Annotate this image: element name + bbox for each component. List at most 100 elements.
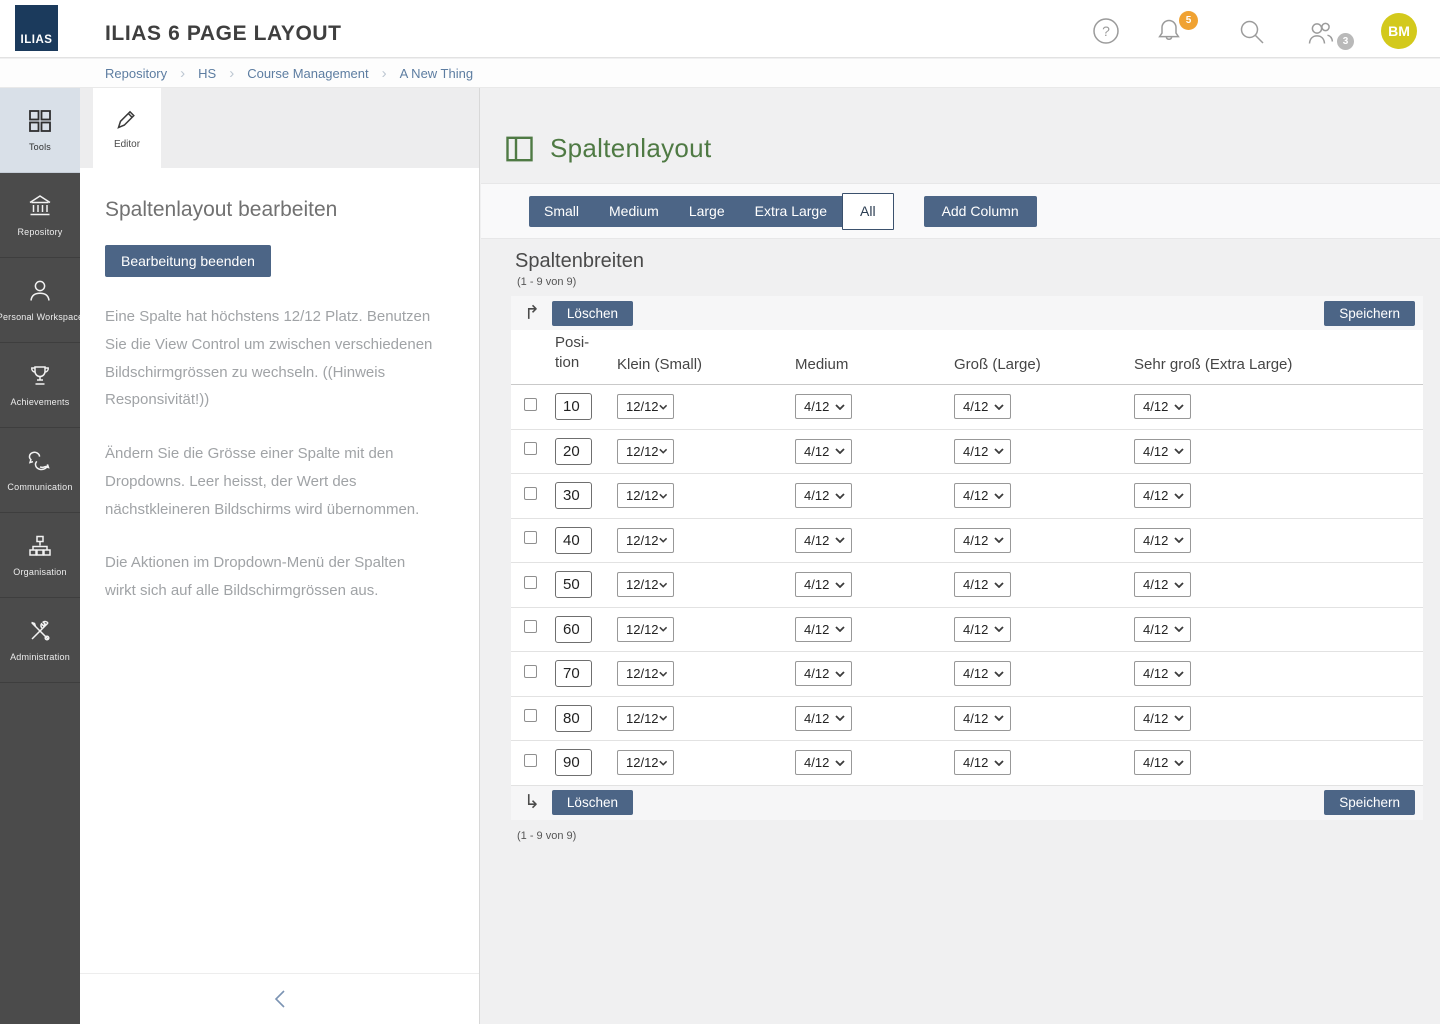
large-width-select[interactable]: 4/12	[954, 617, 1011, 642]
small-width-select[interactable]: 12/12	[617, 394, 674, 419]
xlarge-width-select[interactable]: 4/12	[1134, 572, 1191, 597]
position-input[interactable]	[555, 660, 592, 687]
view-control-extra-large[interactable]: Extra Large	[740, 196, 842, 227]
xlarge-width-select[interactable]: 4/12	[1134, 394, 1191, 419]
medium-width-select[interactable]: 4/12	[795, 394, 852, 419]
view-control-small[interactable]: Small	[529, 196, 594, 227]
sidebar-item-tools[interactable]: Tools	[0, 88, 80, 173]
breadcrumb-hs[interactable]: HS	[198, 66, 216, 81]
breadcrumb-a-new-thing[interactable]: A New Thing	[400, 66, 473, 81]
sidebar-item-communication[interactable]: Communication	[0, 428, 80, 513]
medium-width-select[interactable]: 4/12	[795, 483, 852, 508]
position-input[interactable]	[555, 527, 592, 554]
row-checkbox[interactable]	[524, 576, 537, 589]
save-button-top[interactable]: Speichern	[1324, 301, 1415, 326]
avatar[interactable]: BM	[1381, 13, 1417, 49]
view-control-all[interactable]: All	[842, 193, 894, 230]
xlarge-width-select[interactable]: 4/12	[1134, 617, 1191, 642]
table-row: 12/12 4/12 4/12 4/12	[511, 385, 1423, 430]
main-content: Spaltenlayout Small Medium Large Extra L…	[481, 88, 1440, 1024]
small-width-select[interactable]: 12/12	[617, 572, 674, 597]
row-checkbox[interactable]	[524, 665, 537, 678]
xlarge-width-select[interactable]: 4/12	[1134, 528, 1191, 553]
small-width-select[interactable]: 12/12	[617, 483, 674, 508]
large-width-select[interactable]: 4/12	[954, 394, 1011, 419]
xlarge-width-select[interactable]: 4/12	[1134, 661, 1191, 686]
table-row: 12/12 4/12 4/12 4/12	[511, 697, 1423, 742]
medium-width-select[interactable]: 4/12	[795, 661, 852, 686]
help-icon[interactable]: ?	[1092, 17, 1120, 45]
small-width-select[interactable]: 12/12	[617, 528, 674, 553]
xlarge-width-select[interactable]: 4/12	[1134, 706, 1191, 731]
xlarge-width-select[interactable]: 4/12	[1134, 750, 1191, 775]
row-checkbox[interactable]	[524, 442, 537, 455]
position-input[interactable]	[555, 616, 592, 643]
small-width-select[interactable]: 12/12	[617, 439, 674, 464]
small-width-select[interactable]: 12/12	[617, 706, 674, 731]
table-row: 12/12 4/12 4/12 4/12	[511, 741, 1423, 786]
row-checkbox[interactable]	[524, 487, 537, 500]
large-width-select[interactable]: 4/12	[954, 528, 1011, 553]
breadcrumb-course-management[interactable]: Course Management	[247, 66, 368, 81]
medium-width-select[interactable]: 4/12	[795, 617, 852, 642]
position-input[interactable]	[555, 482, 592, 509]
medium-width-select[interactable]: 4/12	[795, 572, 852, 597]
position-input[interactable]	[555, 571, 592, 598]
tab-editor[interactable]: Editor	[93, 88, 161, 168]
position-input[interactable]	[555, 393, 592, 420]
table-toolbar-bottom: ↳ Löschen Speichern	[511, 786, 1423, 820]
view-control-medium[interactable]: Medium	[594, 196, 674, 227]
sidebar-item-label: Organisation	[13, 567, 66, 577]
table-body: 12/12 4/12 4/12 4/12 12/12 4/12 4/12 4/1…	[511, 385, 1423, 786]
table-row: 12/12 4/12 4/12 4/12	[511, 430, 1423, 475]
medium-width-select[interactable]: 4/12	[795, 439, 852, 464]
sidebar-item-personal-workspace[interactable]: Personal Workspace	[0, 258, 80, 343]
xlarge-width-select[interactable]: 4/12	[1134, 483, 1191, 508]
large-width-select[interactable]: 4/12	[954, 706, 1011, 731]
small-width-select[interactable]: 12/12	[617, 617, 674, 642]
row-checkbox[interactable]	[524, 754, 537, 767]
sidebar-item-achievements[interactable]: Achievements	[0, 343, 80, 428]
sidebar-item-repository[interactable]: Repository	[0, 173, 80, 258]
position-input[interactable]	[555, 705, 592, 732]
sidebar-item-organisation[interactable]: Organisation	[0, 513, 80, 598]
large-width-select[interactable]: 4/12	[954, 439, 1011, 464]
sidebar-item-administration[interactable]: Administration	[0, 598, 80, 683]
position-input[interactable]	[555, 438, 592, 465]
editor-panel: Editor Spaltenlayout bearbeiten Bearbeit…	[80, 88, 480, 1024]
save-button-bottom[interactable]: Speichern	[1324, 790, 1415, 815]
xlarge-width-select[interactable]: 4/12	[1134, 439, 1191, 464]
contacts-badge: 3	[1337, 33, 1354, 50]
large-width-select[interactable]: 4/12	[954, 750, 1011, 775]
ilias-logo[interactable]: ILIAS	[15, 5, 58, 51]
large-width-select[interactable]: 4/12	[954, 572, 1011, 597]
medium-width-select[interactable]: 4/12	[795, 706, 852, 731]
table-row: 12/12 4/12 4/12 4/12	[511, 608, 1423, 653]
view-control-large[interactable]: Large	[674, 196, 740, 227]
row-checkbox[interactable]	[524, 709, 537, 722]
large-width-select[interactable]: 4/12	[954, 661, 1011, 686]
search-icon[interactable]	[1238, 18, 1266, 46]
content-title: Spaltenlayout	[550, 133, 711, 164]
medium-width-select[interactable]: 4/12	[795, 750, 852, 775]
row-checkbox[interactable]	[524, 531, 537, 544]
finish-editing-button[interactable]: Bearbeitung beenden	[105, 245, 271, 277]
sidebar-item-label: Personal Workspace	[0, 312, 83, 322]
breadcrumb-repository[interactable]: Repository	[105, 66, 167, 81]
row-checkbox[interactable]	[524, 398, 537, 411]
large-width-select[interactable]: 4/12	[954, 483, 1011, 508]
person-icon	[27, 278, 53, 304]
row-checkbox[interactable]	[524, 620, 537, 633]
add-column-button[interactable]: Add Column	[924, 196, 1037, 227]
delete-button-bottom[interactable]: Löschen	[552, 790, 633, 815]
breadcrumb-separator: ›	[180, 65, 185, 82]
help-paragraph: Eine Spalte hat höchstens 12/12 Platz. B…	[105, 303, 437, 414]
position-input[interactable]	[555, 749, 592, 776]
medium-width-select[interactable]: 4/12	[795, 528, 852, 553]
small-width-select[interactable]: 12/12	[617, 750, 674, 775]
collapse-panel-button[interactable]	[267, 983, 293, 1015]
small-width-select[interactable]: 12/12	[617, 661, 674, 686]
delete-button-top[interactable]: Löschen	[552, 301, 633, 326]
table-row: 12/12 4/12 4/12 4/12	[511, 519, 1423, 564]
contacts-icon[interactable]	[1306, 19, 1336, 47]
